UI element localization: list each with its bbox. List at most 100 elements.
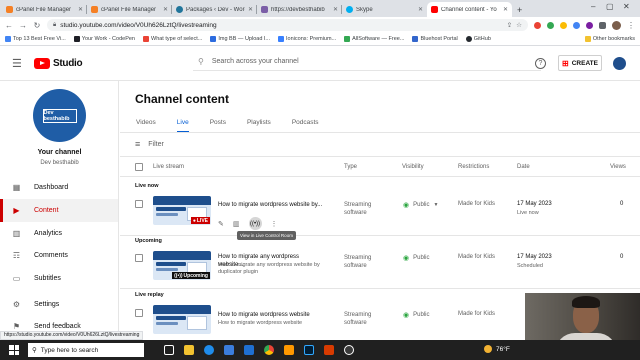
search-icon: ⚲ (32, 347, 37, 354)
store-icon[interactable] (224, 345, 234, 355)
mail-icon[interactable] (244, 345, 254, 355)
explorer-icon[interactable] (184, 345, 194, 355)
browser-tab[interactable]: Packages ‹ Dev - WordP✕ (172, 2, 257, 17)
channel-avatar[interactable]: Dev besthabib (33, 89, 86, 142)
tab-posts[interactable]: Posts (210, 119, 226, 133)
bookmark-item[interactable]: Top 13 Best Free Vi... (5, 36, 66, 42)
tab-podcasts[interactable]: Podcasts (292, 119, 319, 133)
extension-icon[interactable] (534, 21, 541, 29)
edit-pencil-icon[interactable]: ✎ (218, 220, 224, 228)
reload-icon[interactable]: ↻ (33, 21, 41, 30)
sidebar-item-subtitles[interactable]: ▭ Subtitles (0, 267, 118, 290)
tab-close-icon[interactable]: ✕ (333, 6, 338, 13)
row-checkbox[interactable] (135, 254, 143, 262)
channel-search-input[interactable]: ⚲ Search across your channel (193, 53, 541, 71)
video-thumbnail[interactable] (153, 305, 211, 334)
row-actions: ✎ ▥ ((•)) ⋮ (218, 217, 278, 230)
tab-live[interactable]: Live (176, 119, 189, 133)
stream-description: How to migrate any wordpress website by … (218, 262, 320, 275)
stream-title[interactable]: How to migrate wordpress website by... (218, 201, 326, 209)
bookmarks-bar: Top 13 Best Free Vi... Your Work - CodeP… (0, 33, 640, 46)
profile-avatar[interactable] (612, 20, 621, 30)
browser-tab[interactable]: cPanel File Manager ✕ (87, 2, 172, 17)
ionicons-icon (278, 36, 285, 42)
new-tab-button[interactable]: + (512, 5, 527, 17)
browser-tab[interactable]: Skype ✕ (342, 2, 427, 17)
windows-start-icon[interactable] (9, 345, 19, 355)
tab-close-icon[interactable]: ✕ (248, 6, 253, 13)
live-control-room-icon[interactable]: ((•)) (248, 217, 262, 230)
ms-office-icon[interactable] (324, 345, 334, 355)
analytics-icon[interactable]: ▥ (233, 220, 240, 228)
extension-icon[interactable] (573, 21, 580, 29)
bookmark-item[interactable]: Bluehost Portal (412, 36, 458, 42)
chrome-icon[interactable] (264, 345, 274, 355)
tab-close-icon[interactable]: ✕ (78, 6, 83, 13)
forward-icon[interactable]: → (19, 21, 27, 30)
edge-icon[interactable] (204, 345, 214, 355)
visibility-value: Public (413, 202, 430, 208)
section-upcoming: Upcoming (135, 238, 162, 244)
obs-icon[interactable] (344, 345, 354, 355)
tab-close-icon[interactable]: ✕ (503, 6, 508, 13)
video-thumbnail[interactable]: ((•)) Upcoming (153, 251, 211, 280)
extensions-puzzle-icon[interactable] (599, 21, 606, 29)
sidebar-item-content[interactable]: ▶ Content (0, 199, 118, 222)
browser-tab[interactable]: cPanel File Manager ✕ (2, 2, 87, 17)
bookmark-item[interactable]: What type of select... (143, 36, 202, 42)
tab-videos[interactable]: Videos (136, 119, 156, 133)
tab-close-icon[interactable]: ✕ (163, 6, 168, 13)
extension-icon[interactable] (560, 21, 567, 29)
bookmark-star-icon[interactable]: ☆ (516, 21, 522, 29)
sidebar-item-label: Content (34, 207, 59, 214)
sidebar-item-comments[interactable]: ☶ Comments (0, 244, 118, 267)
hamburger-menu-icon[interactable]: ☰ (12, 57, 28, 70)
back-icon[interactable]: ← (5, 21, 13, 30)
url-input[interactable]: 🔒︎ studio.youtube.com/video/V0Uh626LztQ/… (47, 19, 528, 31)
share-icon[interactable]: ⇪ (507, 21, 512, 29)
menu-kebab-icon[interactable]: ⋮ (627, 21, 635, 30)
visibility-dropdown[interactable]: ◉ Public ▼ (403, 201, 438, 209)
weather-temp[interactable]: 76°F (496, 346, 510, 353)
bookmark-label: What type of select... (151, 36, 203, 42)
bookmark-item[interactable]: Your Work - CodePen (73, 36, 135, 42)
close-window-icon[interactable]: ✕ (623, 2, 630, 11)
video-thumbnail[interactable]: ● LIVE (153, 196, 211, 225)
browser-tab-active[interactable]: Channel content - Yo ✕ (427, 2, 512, 17)
search-icon: ⚲ (198, 57, 204, 66)
sidebar-item-settings[interactable]: ⚙ Settings (0, 293, 118, 316)
sidebar-item-analytics[interactable]: ▥ Analytics (0, 222, 118, 245)
taskbar-search-placeholder: Type here to search (40, 346, 99, 354)
select-all-checkbox[interactable] (135, 163, 143, 171)
filter-bar[interactable]: ≡ Filter (135, 139, 164, 149)
task-view-icon[interactable] (164, 345, 174, 355)
row-checkbox[interactable] (135, 309, 143, 317)
other-bookmarks[interactable]: Other bookmarks (584, 36, 635, 42)
bookmark-item[interactable]: Ionicons: Premium... (278, 36, 336, 42)
browser-tab[interactable]: https://devbesthabib ✕ (257, 2, 342, 17)
bookmark-item[interactable]: GitHub (465, 36, 491, 42)
bookmark-label: Your Work - CodePen (81, 36, 135, 42)
taskbar-search-input[interactable]: ⚲ Type here to search (28, 343, 144, 357)
sublime-icon[interactable] (284, 345, 294, 355)
extension-icon[interactable] (547, 21, 554, 29)
tab-close-icon[interactable]: ✕ (418, 6, 423, 13)
table-row[interactable]: ((•)) Upcoming How to migrate any wordpre… (120, 246, 640, 289)
create-button[interactable]: ⊞ CREATE (558, 55, 602, 71)
bookmark-item[interactable]: AllSoftware — Free... (344, 36, 404, 42)
row-checkbox[interactable] (135, 200, 143, 208)
maximize-icon[interactable]: ▢ (606, 2, 614, 11)
photoshop-icon[interactable] (304, 345, 314, 355)
account-avatar[interactable] (613, 57, 626, 70)
extension-icon[interactable] (586, 21, 593, 29)
help-icon[interactable]: ? (535, 58, 546, 69)
minimize-icon[interactable]: – (591, 2, 595, 11)
cpanel-favicon-icon (91, 6, 98, 13)
sidebar-item-dashboard[interactable]: ▦ Dashboard (0, 176, 118, 199)
stream-title[interactable]: How to migrate wordpress website (218, 311, 326, 319)
studio-logo[interactable]: Studio (34, 57, 83, 69)
tab-playlists[interactable]: Playlists (247, 119, 271, 133)
options-kebab-icon[interactable]: ⋮ (271, 220, 278, 228)
table-row[interactable]: ● LIVE How to migrate wordpress website b… (120, 191, 640, 240)
bookmark-item[interactable]: Img BB — Upload I... (210, 36, 270, 42)
